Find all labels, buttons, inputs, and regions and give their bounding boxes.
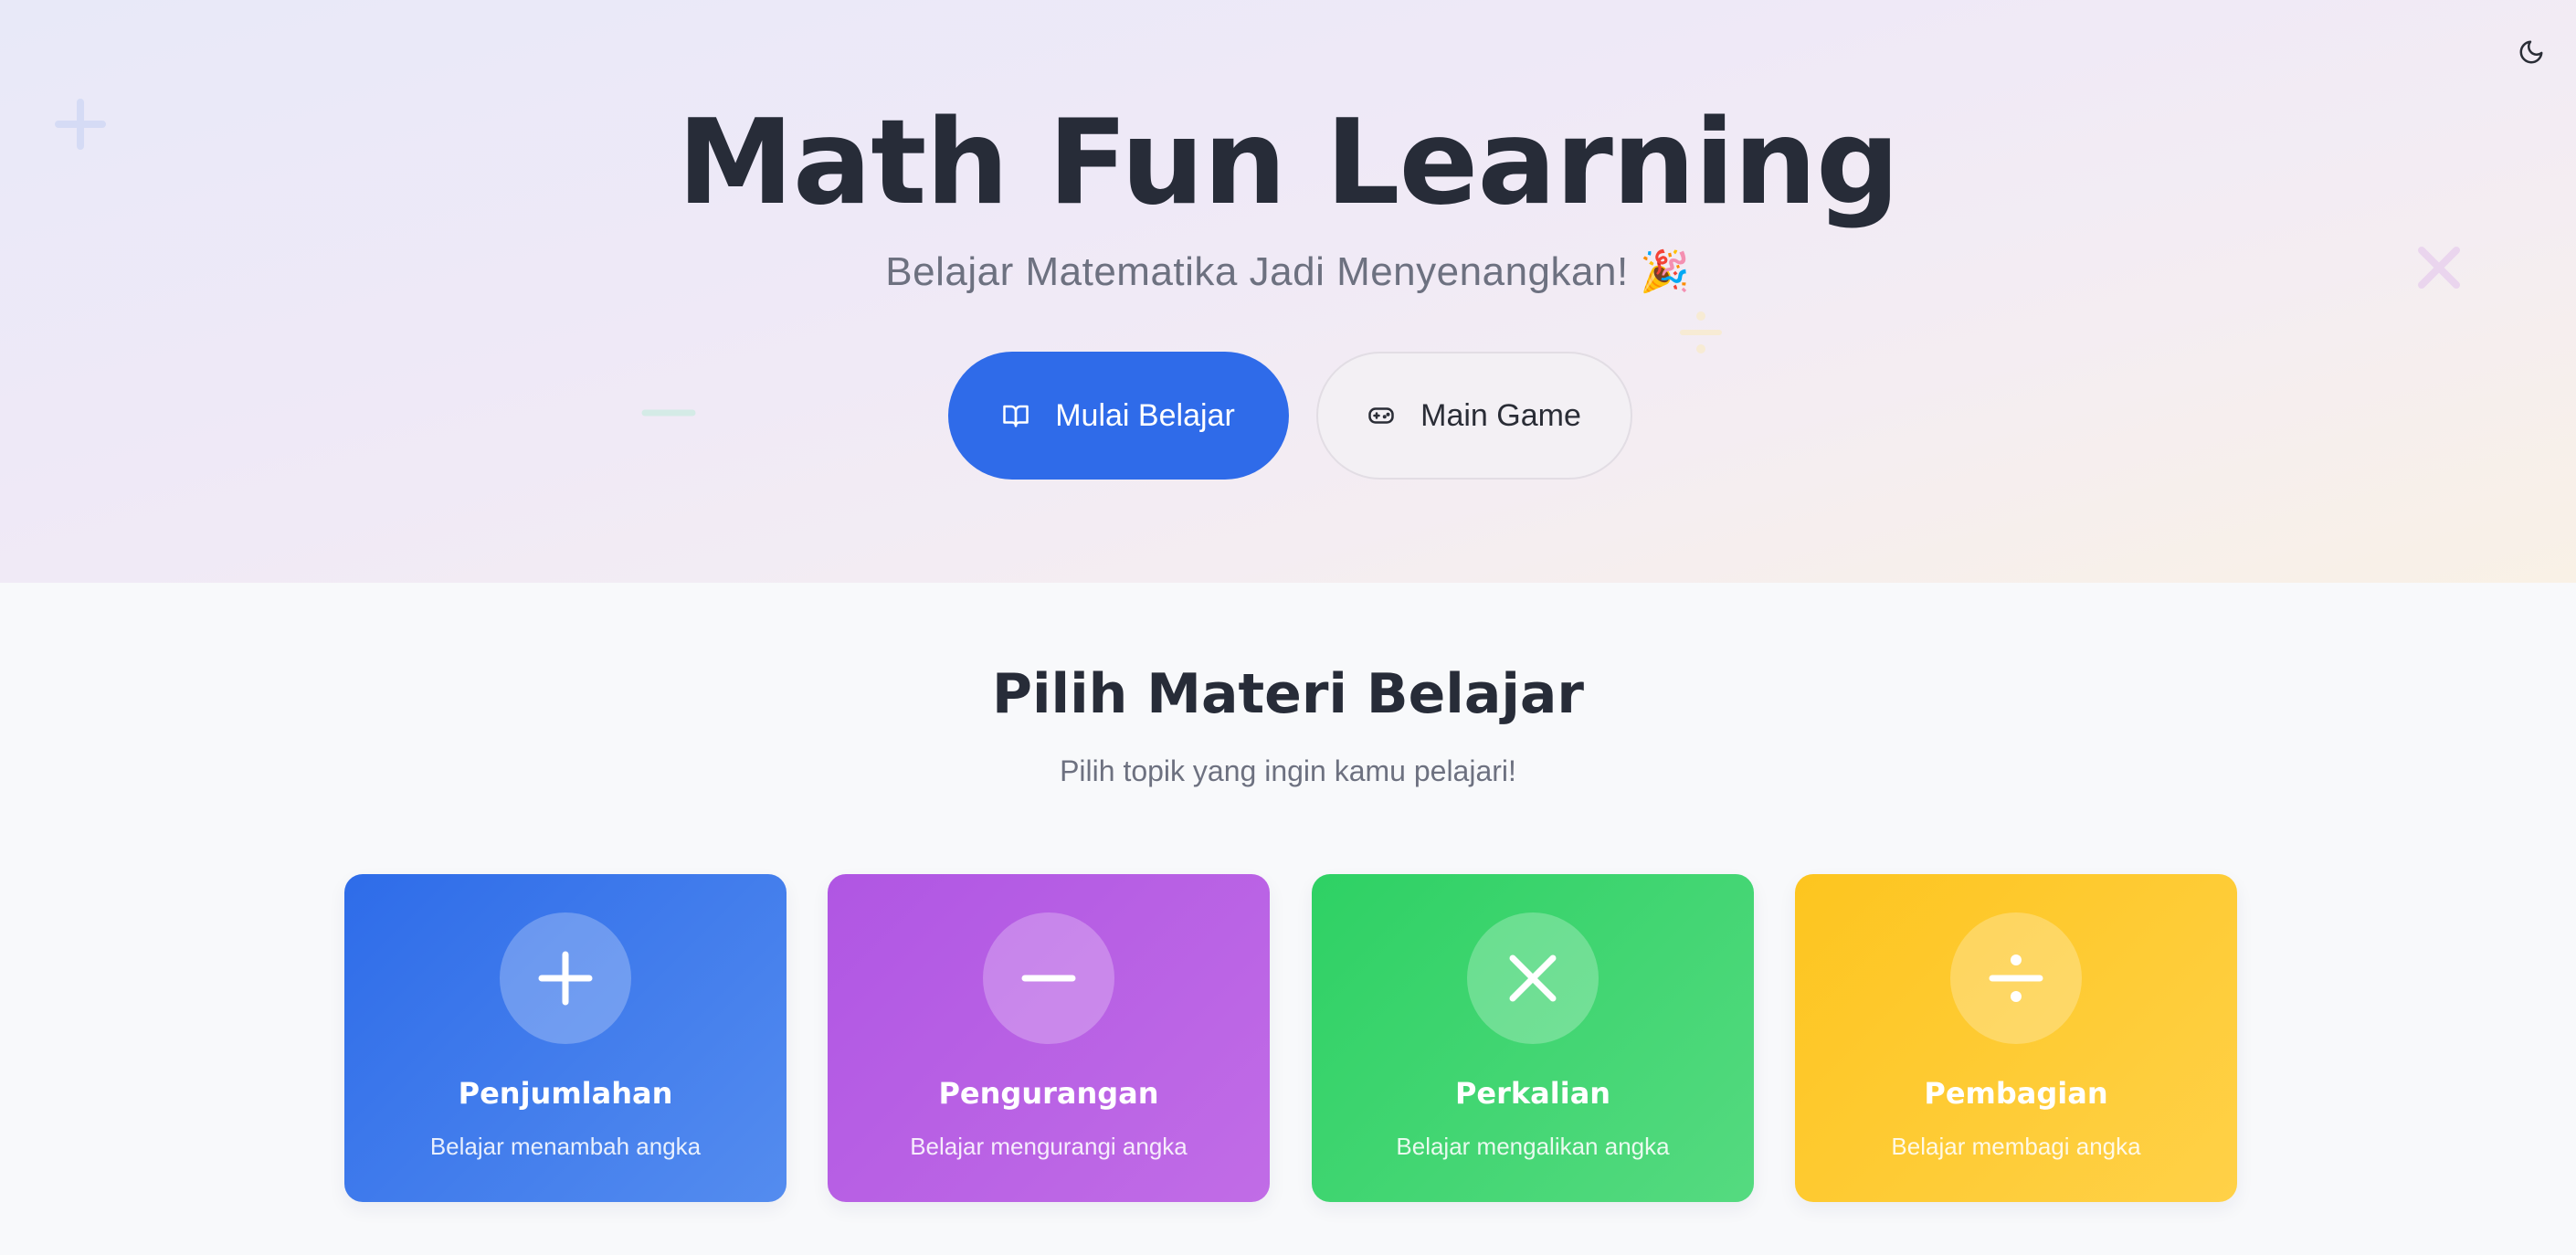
card-title: Pembagian [1924, 1076, 2108, 1111]
start-learning-label: Mulai Belajar [1055, 397, 1235, 433]
minus-decoration-icon [641, 409, 696, 417]
theme-toggle-button[interactable] [2514, 35, 2549, 69]
moon-icon [2519, 40, 2543, 64]
card-division[interactable]: Pembagian Belajar membagi angka [1795, 874, 2237, 1202]
card-icon-circle [500, 912, 631, 1044]
hero-title: Math Fun Learning [677, 95, 1899, 231]
play-game-label: Main Game [1420, 397, 1581, 433]
divide-decoration-icon [1680, 311, 1722, 353]
book-open-icon [1003, 405, 1029, 427]
card-icon-circle [983, 912, 1114, 1044]
plus-icon [538, 951, 593, 1006]
card-description: Belajar mengalikan angka [1396, 1133, 1670, 1160]
start-learning-button[interactable]: Mulai Belajar [948, 352, 1289, 480]
card-title: Penjumlahan [458, 1076, 673, 1111]
hero-subtitle: Belajar Matematika Jadi Menyenangkan! 🎉 [885, 249, 1691, 294]
play-game-button[interactable]: Main Game [1316, 352, 1632, 480]
hero-section: Math Fun Learning Belajar Matematika Jad… [0, 0, 2576, 583]
divide-icon [1989, 954, 2043, 1002]
card-icon-circle [1467, 912, 1599, 1044]
card-addition[interactable]: Penjumlahan Belajar menambah angka [344, 874, 787, 1202]
card-subtraction[interactable]: Pengurangan Belajar mengurangi angka [828, 874, 1270, 1202]
times-icon [1509, 954, 1557, 1002]
minus-icon [1021, 975, 1076, 982]
card-icon-circle [1950, 912, 2082, 1044]
card-multiplication[interactable]: Perkalian Belajar mengalikan angka [1312, 874, 1754, 1202]
card-title: Perkalian [1454, 1076, 1611, 1111]
gamepad-icon [1368, 407, 1394, 424]
materials-subtitle: Pilih topik yang ingin kamu pelajari! [1060, 754, 1516, 787]
card-description: Belajar menambah angka [429, 1133, 702, 1160]
materials-title: Pilih Materi Belajar [991, 662, 1585, 726]
card-description: Belajar membagi angka [1891, 1133, 2141, 1160]
card-description: Belajar mengurangi angka [910, 1133, 1188, 1160]
card-title: Pengurangan [938, 1076, 1159, 1111]
